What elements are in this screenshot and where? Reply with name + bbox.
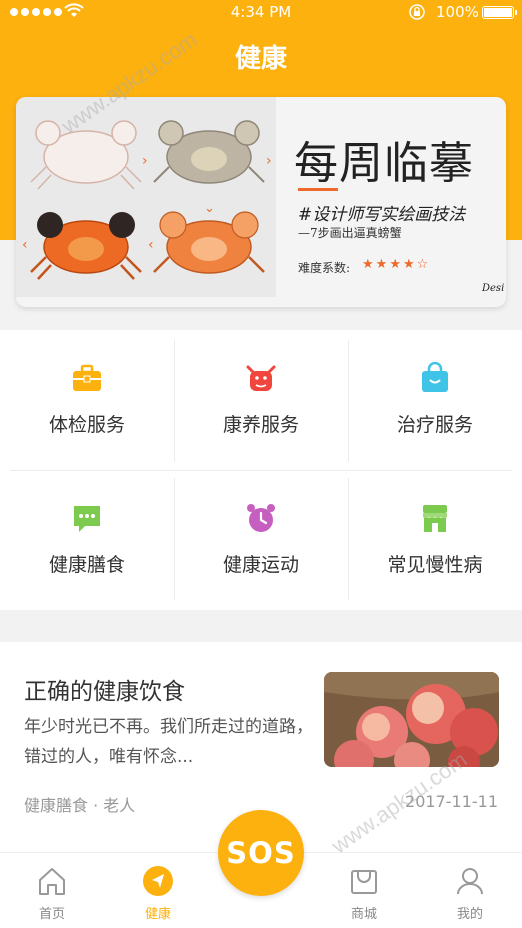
store-icon xyxy=(423,505,447,532)
difficulty-label: 难度系数: xyxy=(298,261,351,275)
tab-health[interactable]: 健康 xyxy=(106,853,210,928)
svg-text:›: › xyxy=(142,153,148,169)
star-filled-icon: ★ xyxy=(375,257,390,272)
rotation-lock-icon xyxy=(409,4,425,20)
star-empty-icon: ☆ xyxy=(416,257,431,272)
article-thumbnail xyxy=(324,672,499,767)
service-label: 体检服务 xyxy=(48,414,125,436)
tab-label: 首页 xyxy=(38,907,65,922)
service-chronic[interactable]: 常见慢性病 xyxy=(348,470,522,610)
banner-subtitle: —7步画出逼真螃蟹 xyxy=(298,226,402,240)
service-label: 康养服务 xyxy=(222,414,299,436)
briefcase-icon xyxy=(73,364,101,391)
svg-text:‹: ‹ xyxy=(148,237,154,253)
service-wellness[interactable]: 康养服务 xyxy=(174,330,348,470)
svg-text:›: › xyxy=(266,153,272,169)
article-description: 年少时光已不再。我们所走过的道路，错过的人，唯有怀念... xyxy=(24,717,313,767)
user-icon xyxy=(457,868,483,895)
weekly-banner[interactable]: › ⌄ ‹ ‹ › 每周临摹 #设计师写实绘画技法 —7步画出逼真螃蟹 难度系数… xyxy=(16,97,506,307)
svg-text:⌄: ⌄ xyxy=(204,201,215,216)
service-checkup[interactable]: 体检服务 xyxy=(0,330,174,470)
alarm-clock-icon xyxy=(247,504,275,532)
tab-label: 我的 xyxy=(456,907,483,922)
battery-icon xyxy=(482,6,517,19)
article-meta: 健康膳食 · 老人 xyxy=(24,796,136,815)
banner-divider xyxy=(298,188,338,191)
peach-image xyxy=(324,672,499,767)
shopping-bag-icon xyxy=(422,362,448,392)
svg-text:‹: ‹ xyxy=(22,237,28,253)
home-icon xyxy=(39,868,65,895)
tab-home[interactable]: 首页 xyxy=(0,853,104,928)
tab-mall[interactable]: 商城 xyxy=(312,853,416,928)
bull-icon xyxy=(246,365,276,391)
battery-percent: 100% xyxy=(436,3,479,21)
banner-title: 每周临摹 xyxy=(294,138,474,189)
chat-icon xyxy=(74,506,100,532)
service-grid: 体检服务 康养服务 治疗服务 健康膳食 健康运动 常见慢性病 xyxy=(0,330,522,610)
service-label: 健康运动 xyxy=(222,554,299,576)
tab-label: 商城 xyxy=(350,907,377,922)
shop-icon xyxy=(351,870,377,894)
service-treatment[interactable]: 治疗服务 xyxy=(348,330,522,470)
star-filled-icon: ★ xyxy=(362,257,376,272)
tab-label: 健康 xyxy=(144,907,171,922)
navigation-icon xyxy=(143,866,173,896)
article-title: 正确的健康饮食 xyxy=(24,679,185,705)
banner-tag: #设计师写实绘画技法 xyxy=(298,205,466,225)
star-filled-icon: ★ xyxy=(389,257,403,272)
status-bar: 4:34 PM 100% xyxy=(0,0,522,26)
article-date: 2017-11-11 xyxy=(405,792,498,811)
service-label: 治疗服务 xyxy=(396,414,473,436)
service-diet[interactable]: 健康膳食 xyxy=(0,470,174,610)
service-exercise[interactable]: 健康运动 xyxy=(174,470,348,610)
banner-signature: Desi xyxy=(482,283,505,294)
service-label: 常见慢性病 xyxy=(387,554,483,576)
service-label: 健康膳食 xyxy=(48,554,125,576)
difficulty-stars: ★★★★☆ xyxy=(362,257,430,272)
page-title: 健康 xyxy=(234,44,287,74)
sos-button[interactable]: SOS xyxy=(218,810,304,896)
star-filled-icon: ★ xyxy=(402,257,417,272)
tab-mine[interactable]: 我的 xyxy=(418,853,522,928)
